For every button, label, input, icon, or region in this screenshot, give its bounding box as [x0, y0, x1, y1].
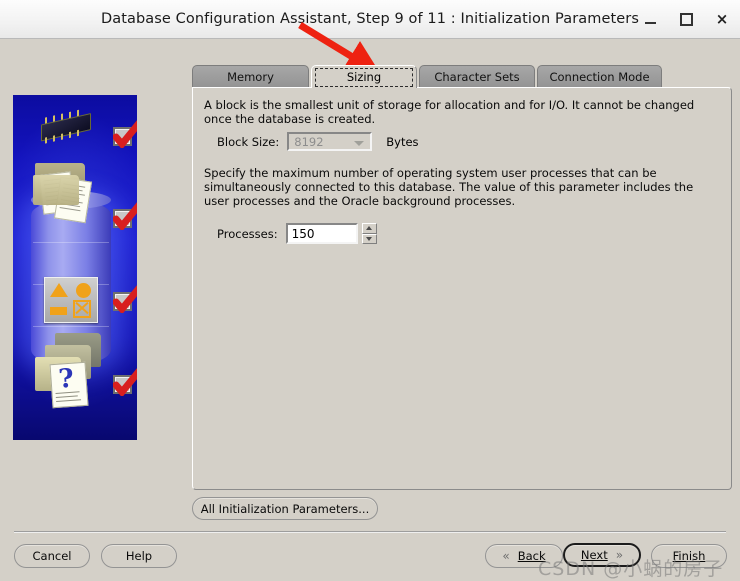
processes-label: Processes: — [217, 226, 278, 241]
processes-row: Processes: 150 — [217, 223, 377, 244]
minimize-button[interactable] — [640, 9, 660, 29]
processes-increment-button[interactable] — [361, 223, 377, 234]
all-initialization-parameters-button[interactable]: All Initialization Parameters... — [192, 497, 378, 520]
triangle-down-icon — [366, 236, 373, 241]
triangle-up-icon — [366, 226, 373, 231]
tab-bar: Memory Sizing Character Sets Connection … — [192, 65, 732, 88]
processes-description: Specify the maximum number of operating … — [204, 166, 694, 208]
maximize-button[interactable] — [676, 9, 696, 29]
title-bar: Database Configuration Assistant, Step 9… — [0, 0, 740, 39]
checkmark-icon-3 — [113, 285, 137, 313]
question-document-icon: ? — [49, 361, 89, 409]
tab-sizing[interactable]: Sizing — [311, 65, 417, 88]
tab-sizing-label: Sizing — [346, 70, 382, 84]
tab-connection-mode[interactable]: Connection Mode — [537, 65, 662, 87]
checkmark-icon-1 — [113, 120, 137, 148]
scripts-folders-icon: ? — [29, 333, 109, 411]
all-initialization-parameters-label: All Initialization Parameters... — [200, 501, 370, 516]
processes-input[interactable]: 150 — [285, 223, 358, 244]
block-size-description: A block is the smallest unit of storage … — [204, 98, 695, 126]
close-icon: × — [715, 9, 729, 28]
checkmark-icon-4 — [113, 368, 137, 396]
block-size-label: Block Size: — [217, 134, 280, 149]
sizing-panel: A block is the smallest unit of storage … — [192, 87, 732, 490]
block-size-unit: Bytes — [386, 134, 419, 149]
checkmark-icon-2 — [113, 202, 137, 230]
window-controls: × — [640, 0, 732, 38]
folder-documents-icon — [31, 163, 107, 235]
block-size-value: 8192 — [294, 134, 324, 149]
watermark: CSDN @小蜗的房子 — [538, 558, 724, 580]
processes-spin-buttons — [361, 223, 377, 244]
processes-decrement-button[interactable] — [361, 233, 377, 244]
tab-connection-mode-label: Connection Mode — [549, 69, 650, 84]
cpu-chip-icon — [37, 109, 93, 146]
cancel-label: Cancel — [32, 549, 72, 563]
tab-character-sets-label: Character Sets — [434, 69, 520, 84]
chevron-down-icon — [354, 141, 365, 146]
close-button[interactable]: × — [712, 9, 732, 29]
window-title: Database Configuration Assistant, Step 9… — [100, 11, 640, 27]
processes-stepper[interactable]: 150 — [285, 223, 377, 244]
footer-divider-highlight — [14, 532, 726, 533]
sidebar-illustration: ? — [13, 95, 137, 440]
block-size-dropdown[interactable]: 8192 — [287, 132, 373, 151]
tab-memory-label: Memory — [227, 69, 274, 84]
block-size-row: Block Size: 8192 Bytes — [217, 132, 419, 151]
tab-memory[interactable]: Memory — [192, 65, 309, 87]
dbca-window: Database Configuration Assistant, Step 9… — [0, 0, 740, 580]
help-label: Help — [125, 549, 153, 563]
chevron-left-icon: « — [502, 549, 510, 563]
objects-shapes-icon — [44, 277, 98, 323]
tab-character-sets[interactable]: Character Sets — [419, 65, 535, 87]
processes-value: 150 — [291, 226, 315, 241]
window-body: ? Memory Sizing Character Sets Connectio… — [0, 39, 740, 580]
